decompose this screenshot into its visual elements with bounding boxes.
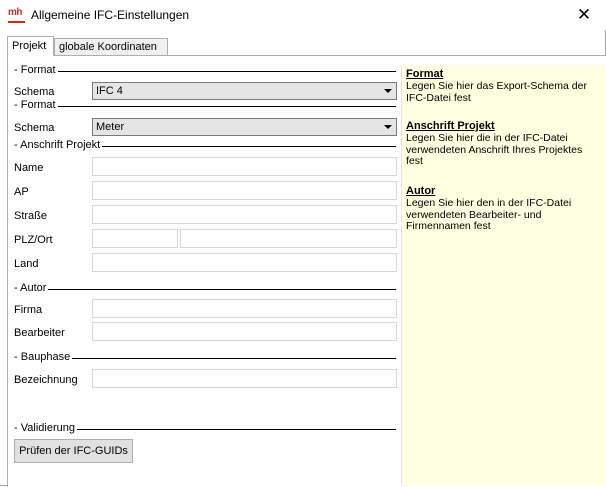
schema-label: Schema [14,86,55,98]
format-group-title: - Format [14,64,58,76]
autor-group-line [14,289,396,290]
unit-schema-label: Schema [14,122,55,134]
validierung-group-title: - Validierung [14,422,77,434]
tab-projekt[interactable]: Projekt [7,36,54,56]
land-label: Land [14,258,39,270]
schema-select[interactable]: IFC 4 [92,82,397,100]
help-section-autor: Autor Legen Sie hier den in der IFC-Date… [406,185,602,233]
bearbeiter-field[interactable] [92,322,397,341]
chevron-down-icon [384,89,392,93]
check-ifc-guids-button[interactable]: Prüfen der IFC-GUIDs [14,439,133,463]
help-text: Legen Sie hier die in der IFC-Datei verw… [406,132,583,167]
name-field[interactable] [92,157,397,176]
firma-label: Firma [14,304,43,316]
help-text: Legen Sie hier den in der IFC-Datei verw… [406,197,572,232]
unit-select[interactable]: Meter [92,118,397,136]
format2-group-line [14,106,396,107]
plz-ort-label: PLZ/Ort [14,234,53,246]
ap-label: AP [14,186,29,198]
bauphase-group-title: - Bauphase [14,351,73,363]
chevron-down-icon [384,125,392,129]
schema-select-value: IFC 4 [96,85,123,97]
help-panel: Format Legen Sie hier das Export-Schema … [401,65,606,485]
anschrift-group-title: - Anschrift Projekt [14,139,103,151]
land-field[interactable] [92,253,397,272]
autor-group-title: - Autor [14,282,49,294]
ort-field[interactable] [180,229,397,248]
format-group-line [14,71,396,72]
format2-group-title: - Format [14,99,58,111]
help-section-anschrift: Anschrift Projekt Legen Sie hier die in … [406,120,602,168]
unit-select-value: Meter [96,121,125,133]
settings-dialog: mh Allgemeine IFC-Einstellungen ✕ Projek… [0,0,606,487]
tab-globale-koordinaten[interactable]: globale Koordinaten [54,38,168,55]
plz-field[interactable] [92,229,178,248]
window-title: Allgemeine IFC-Einstellungen [31,8,190,22]
name-label: Name [14,162,44,174]
help-text: Legen Sie hier das Export-Schema der IFC… [406,80,587,104]
bezeichnung-field[interactable] [92,369,397,388]
bearbeiter-label: Bearbeiter [14,327,65,339]
bezeichnung-label: Bezeichnung [14,374,78,386]
ap-field[interactable] [92,181,397,200]
help-section-format: Format Legen Sie hier das Export-Schema … [406,68,602,104]
app-logo-icon: mh [8,8,25,23]
strasse-label: Straße [14,210,48,222]
strasse-field[interactable] [92,205,397,224]
close-button[interactable]: ✕ [562,0,606,30]
firma-field[interactable] [92,299,397,318]
title-bar: mh Allgemeine IFC-Einstellungen ✕ [0,0,606,30]
